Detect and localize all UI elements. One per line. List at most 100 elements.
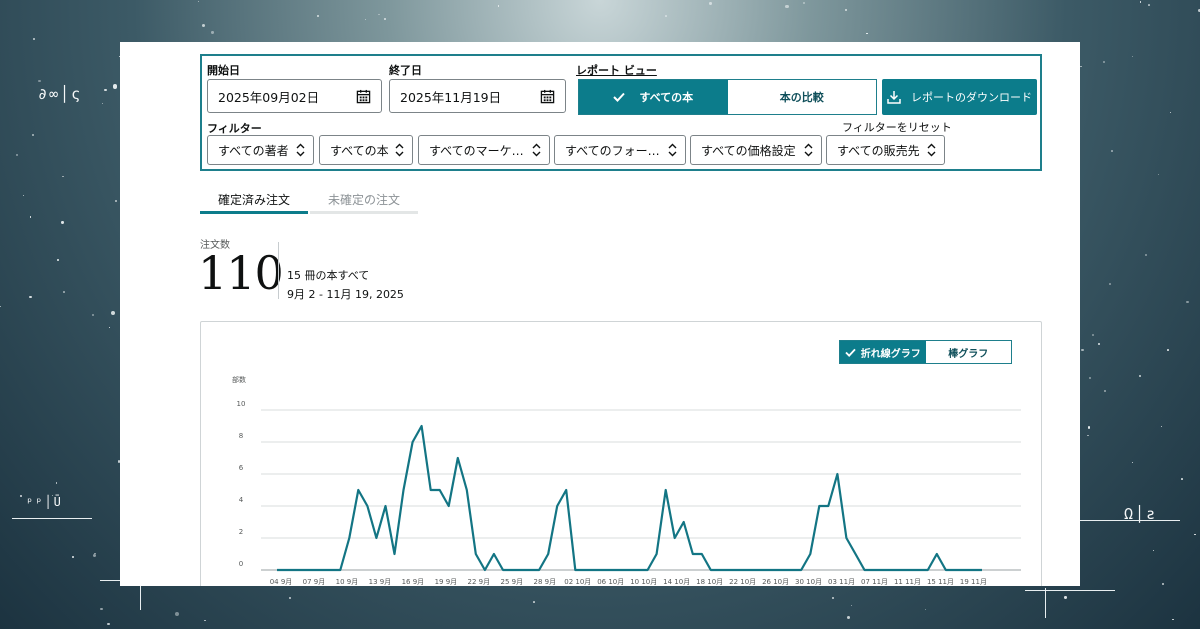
order-count-range: 9月 2 - 11月 19, 2025 [287, 288, 404, 301]
updown-chevron-icon [395, 143, 404, 157]
tab-confirmed-label: 確定済み注文 [217, 192, 290, 207]
x-tick-label: 14 10月 [663, 578, 690, 586]
filter-author[interactable]: すべての著者 [207, 135, 314, 165]
y-tick-label: 8 [239, 432, 243, 440]
star-dot [112, 84, 118, 89]
star-dot [92, 554, 96, 558]
reset-filters-link[interactable]: フィルターをリセット [842, 119, 952, 135]
star-dot [1147, 4, 1150, 7]
series-line [277, 424, 982, 572]
star-dot [1097, 342, 1100, 345]
tab-unconfirmed-orders[interactable]: 未確定の注文 [310, 184, 418, 214]
download-report-button[interactable]: レポートのダウンロード [882, 79, 1037, 115]
star-dot [1109, 282, 1112, 285]
y-tick-label: 2 [239, 528, 243, 536]
updown-chevron-icon [927, 143, 936, 157]
order-tabs: 確定済み注文 未確定の注文 [200, 184, 420, 214]
x-tick-label: 02 10月 [564, 578, 591, 586]
star-dot [174, 611, 180, 617]
star-dot [1131, 56, 1133, 58]
filter-label: フィルター [207, 122, 262, 135]
start-date-field[interactable]: 2025年09月02日 [207, 79, 382, 113]
x-tick-label: 18 10月 [696, 578, 723, 586]
star-dot [1064, 596, 1067, 599]
order-count-books: 15 冊の本すべて [287, 269, 370, 282]
star-dot [1169, 111, 1171, 113]
decor-glyph-left: ∂∞│ς [38, 85, 83, 103]
star-dot [709, 2, 712, 5]
download-icon [887, 91, 901, 104]
star-dot [832, 597, 835, 600]
filter-sales-channel[interactable]: すべての販売先 [826, 135, 945, 165]
star-dot [33, 38, 35, 40]
star-dot [114, 199, 117, 202]
star-dot [1138, 374, 1141, 377]
star-dot [91, 313, 94, 316]
star-dot [1167, 349, 1169, 351]
star-dot [63, 291, 65, 293]
x-tick-label: 25 9月 [501, 578, 524, 586]
x-tick-label: 19 11月 [960, 578, 987, 586]
star-dot [211, 31, 214, 34]
filter-book-value: すべての本 [330, 143, 389, 158]
x-tick-label: 07 11月 [861, 578, 888, 586]
star-dot [1131, 461, 1133, 463]
decor-line [1025, 590, 1115, 591]
y-tick-label: 4 [239, 496, 244, 504]
star-dot [1186, 300, 1189, 303]
x-tick-label: 11 11月 [894, 578, 921, 586]
report-view-toggle: すべての本 本の比較 [578, 79, 877, 115]
star-dot [111, 311, 116, 316]
filter-marketplace[interactable]: すべてのマーケ… [418, 135, 550, 165]
decor-line [1080, 520, 1180, 521]
view-compare-button[interactable]: 本の比較 [728, 80, 877, 114]
star-dot [1104, 389, 1107, 392]
star-dot [850, 604, 853, 607]
filter-pricing[interactable]: すべての価格設定 [690, 135, 822, 165]
x-tick-label: 10 9月 [336, 578, 359, 586]
x-tick-label: 26 10月 [762, 578, 789, 586]
star-dot [57, 259, 60, 262]
x-tick-label: 16 9月 [402, 578, 425, 586]
updown-chevron-icon [668, 143, 677, 157]
tab-unconfirmed-label: 未確定の注文 [327, 192, 400, 207]
view-all-books-button[interactable]: すべての本 [579, 80, 728, 114]
star-dot [383, 18, 386, 20]
star-dot [71, 555, 74, 558]
report-controls: 開始日 2025年09月02日 終了日 2025年11月19日 レポート ビュー… [200, 54, 1042, 171]
star-dot [202, 23, 206, 27]
x-tick-label: 15 11月 [927, 578, 954, 586]
star-dot [61, 221, 64, 224]
star-dot [55, 482, 58, 484]
x-tick-label: 04 9月 [270, 578, 293, 586]
calendar-icon[interactable] [540, 89, 555, 104]
updown-chevron-icon [296, 143, 305, 157]
x-tick-label: 19 9月 [435, 578, 458, 586]
start-date-value: 2025年09月02日 [218, 89, 320, 105]
star-dot [1091, 334, 1094, 336]
decor-line [1045, 588, 1046, 618]
star-dot [1162, 582, 1165, 586]
y-tick-label: 10 [237, 400, 246, 408]
star-dot [1160, 425, 1163, 428]
star-dot [497, 5, 500, 7]
x-tick-label: 22 9月 [468, 578, 491, 586]
calendar-icon[interactable] [356, 89, 371, 104]
updown-chevron-icon [804, 143, 813, 157]
orders-chart: 折れ線グラフ 棒グラフ 部数 0 2 4 6 8 10 04 9月 07 9月 10 9月 13 … [200, 321, 1042, 586]
star-dot [16, 154, 18, 156]
star-dot [1080, 65, 1082, 68]
star-dot [1081, 348, 1084, 351]
filter-format-value: すべてのフォー… [565, 143, 660, 158]
x-tick-label: 13 9月 [369, 578, 392, 586]
tab-active-indicator [200, 211, 308, 214]
star-dot [288, 596, 291, 599]
start-date-label: 開始日 [207, 64, 240, 77]
star-dot [20, 494, 23, 497]
filter-book[interactable]: すべての本 [319, 135, 413, 165]
filter-format[interactable]: すべてのフォー… [554, 135, 686, 165]
end-date-field[interactable]: 2025年11月19日 [389, 79, 566, 113]
order-count-value: 110 [198, 246, 284, 300]
star-dot [31, 133, 35, 137]
tab-confirmed-orders[interactable]: 確定済み注文 [200, 184, 308, 214]
